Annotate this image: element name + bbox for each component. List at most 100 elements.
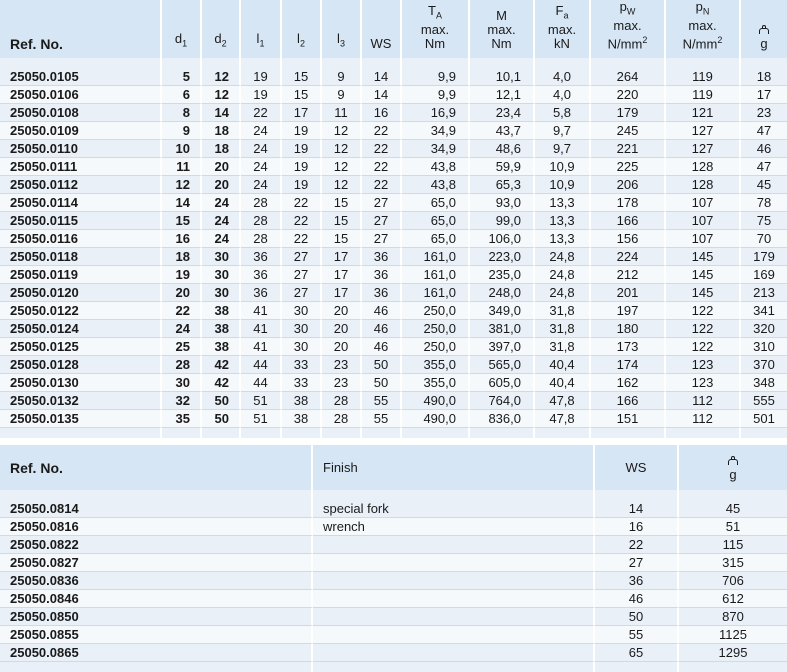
cell-d2: 20	[202, 176, 241, 194]
weight-icon	[758, 25, 770, 34]
cell-l1: 28	[241, 212, 282, 230]
cell-fa: 47,8	[535, 392, 591, 410]
cell-pn: 107	[666, 194, 741, 212]
cell-d2: 38	[202, 302, 241, 320]
header-ref-label: Ref. No.	[10, 36, 63, 52]
cell-d1: 12	[162, 176, 202, 194]
cell-ws: 46	[362, 320, 402, 338]
cell-d2: 42	[202, 356, 241, 374]
cell-ws: 22	[595, 536, 679, 554]
cell-ref-no: 25050.0120	[0, 284, 162, 302]
spacer-cell	[322, 58, 362, 68]
cell-l1: 51	[241, 392, 282, 410]
cell-weight: 179	[741, 248, 787, 266]
cell-m: 248,0	[470, 284, 535, 302]
spacer-cell	[322, 428, 362, 438]
cell-ta: 161,0	[402, 284, 470, 302]
cell-m: 48,6	[470, 140, 535, 158]
table-row: 25050.0114 14 24 28 22 15 27 65,0 93,0 13,3 178 107…	[0, 194, 787, 212]
header-d1-sub: 1	[182, 39, 188, 49]
header-fa: Fa max. kN	[535, 0, 591, 58]
cell-fa: 24,8	[535, 266, 591, 284]
cell-d1: 20	[162, 284, 202, 302]
cell-d1: 24	[162, 320, 202, 338]
cell-ws: 46	[362, 338, 402, 356]
weight-icon	[727, 455, 739, 465]
table-row: 25050.0135 35 50 51 38 28 55 490,0 836,0 47,8 151 1…	[0, 410, 787, 428]
cell-l1: 24	[241, 158, 282, 176]
cell-ws: 46	[362, 302, 402, 320]
cell-pw: 166	[591, 212, 666, 230]
header-m-max: max.	[487, 22, 516, 37]
cell-l3: 20	[322, 320, 362, 338]
cell-ws: 27	[362, 230, 402, 248]
cell-ta: 250,0	[402, 320, 470, 338]
cell-l2: 15	[282, 68, 322, 86]
cell-ref-no: 25050.0816	[0, 518, 313, 536]
cell-pw: 162	[591, 374, 666, 392]
cell-weight: 18	[741, 68, 787, 86]
cell-weight: 315	[679, 554, 787, 572]
cell-l3: 20	[322, 302, 362, 320]
cell-pw: 264	[591, 68, 666, 86]
cell-l1: 41	[241, 302, 282, 320]
cell-l2: 19	[282, 158, 322, 176]
cell-ta: 9,9	[402, 86, 470, 104]
cell-ref-no: 25050.0125	[0, 338, 162, 356]
cell-m: 99,0	[470, 212, 535, 230]
cell-l2: 22	[282, 194, 322, 212]
cell-pn: 122	[666, 338, 741, 356]
cell-d1: 9	[162, 122, 202, 140]
cell-pn: 145	[666, 248, 741, 266]
cell-weight: 348	[741, 374, 787, 392]
cell-finish	[313, 626, 595, 644]
cell-ws: 22	[362, 122, 402, 140]
spacer-cell	[162, 428, 202, 438]
cell-l3: 17	[322, 284, 362, 302]
table-row: 25050.0122 22 38 41 30 20 46 250,0 349,0 31,8 197 1…	[0, 302, 787, 320]
cell-d1: 6	[162, 86, 202, 104]
cell-d2: 38	[202, 320, 241, 338]
cell-weight: 169	[741, 266, 787, 284]
header-finish: Finish	[313, 445, 595, 490]
header-l3: l3	[322, 0, 362, 58]
cell-pw: 173	[591, 338, 666, 356]
cell-d2: 30	[202, 266, 241, 284]
cell-ws: 16	[595, 518, 679, 536]
cell-d2: 30	[202, 248, 241, 266]
header-pw-sub: W	[626, 6, 636, 17]
cell-d2: 12	[202, 68, 241, 86]
header-m-symbol: M	[496, 8, 507, 23]
cell-ws: 22	[362, 176, 402, 194]
cell-ta: 355,0	[402, 356, 470, 374]
cell-ref-no: 25050.0105	[0, 68, 162, 86]
cell-ws: 55	[595, 626, 679, 644]
spacer-row	[0, 58, 787, 68]
table-row: 25050.0130 30 42 44 33 23 50 355,0 605,0 40,4 162 1…	[0, 374, 787, 392]
cell-ws: 14	[595, 500, 679, 518]
cell-pn: 127	[666, 140, 741, 158]
cell-ref-no: 25050.0124	[0, 320, 162, 338]
cell-pw: 174	[591, 356, 666, 374]
spacer-cell	[162, 58, 202, 68]
cell-ta: 65,0	[402, 230, 470, 248]
header-ws-label: WS	[370, 36, 392, 51]
cell-ta: 65,0	[402, 212, 470, 230]
table-row: 25050.0120 20 30 36 27 17 36 161,0 248,0 24,8 201 1…	[0, 284, 787, 302]
header-m: Mmax. Nm	[470, 0, 535, 58]
cell-pn: 121	[666, 104, 741, 122]
cell-ref-no: 25050.0130	[0, 374, 162, 392]
cell-l3: 20	[322, 338, 362, 356]
spacer-cell	[595, 490, 679, 500]
cell-ws: 27	[362, 212, 402, 230]
accessory-table-body: 25050.0814 special fork 14 45 25050.0816 wren…	[0, 490, 787, 672]
cell-d1: 11	[162, 158, 202, 176]
spacer-cell	[282, 428, 322, 438]
cell-pn: 119	[666, 86, 741, 104]
header-weight-unit: g	[729, 466, 737, 482]
cell-ta: 161,0	[402, 266, 470, 284]
cell-pw: 212	[591, 266, 666, 284]
cell-ref-no: 25050.0112	[0, 176, 162, 194]
cell-l1: 19	[241, 86, 282, 104]
spacer-cell	[202, 428, 241, 438]
